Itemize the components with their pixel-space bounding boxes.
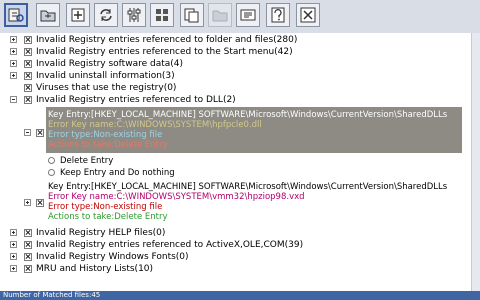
toolbar [0, 0, 480, 34]
registry-cleaner-window: Invalid Registry entries referenced to f… [0, 0, 480, 300]
collapse-toggle[interactable] [24, 129, 31, 136]
item-checkbox[interactable] [24, 265, 32, 273]
expand-toggle[interactable] [10, 72, 17, 79]
windows-button[interactable] [150, 3, 174, 27]
registry-entry[interactable]: Key Entry:[HKEY_LOCAL_MACHINE] SOFTWARE\… [46, 180, 462, 224]
entry-checkbox[interactable] [36, 129, 44, 137]
keep-entry-option[interactable]: Keep Entry and Do nothing [46, 166, 346, 180]
id-card-button[interactable] [236, 3, 260, 27]
folder-scan-icon [40, 10, 56, 22]
option-label: Keep Entry and Do nothing [60, 168, 175, 178]
item-checkbox[interactable] [24, 96, 32, 104]
radio-button[interactable] [48, 169, 55, 176]
expand-toggle[interactable] [24, 199, 31, 206]
sliders-icon [127, 8, 141, 22]
windows-flag-icon [156, 9, 168, 21]
registry-scan-button[interactable] [4, 3, 28, 27]
action-text: Actions to take:Delete Entry [48, 212, 168, 222]
registry-scan-icon [8, 8, 24, 22]
error-type-text: Error type:Non-existing file [48, 202, 163, 212]
help-button[interactable] [266, 3, 290, 27]
expand-toggle[interactable] [10, 36, 17, 43]
key-entry-text: Key Entry:[HKEY_LOCAL_MACHINE] SOFTWARE\… [48, 182, 448, 192]
folder-icon [212, 10, 228, 22]
item-checkbox[interactable] [24, 60, 32, 68]
refresh-button[interactable] [94, 3, 118, 27]
item-checkbox[interactable] [24, 72, 32, 80]
status-bar: Number of Matched files:45 [0, 291, 480, 300]
vertical-scrollbar[interactable] [471, 33, 480, 291]
item-checkbox[interactable] [24, 229, 32, 237]
expand-toggle[interactable] [10, 48, 17, 55]
help-icon [271, 7, 285, 23]
action-text: Actions to take:Delete Entry [48, 140, 168, 150]
collapse-toggle[interactable] [10, 96, 17, 103]
close-box-icon [300, 7, 316, 23]
expand-toggle[interactable] [10, 265, 17, 272]
entry-checkbox[interactable] [36, 199, 44, 207]
matched-files-count: Number of Matched files:45 [3, 291, 101, 299]
item-checkbox[interactable] [24, 48, 32, 56]
registry-entry-selected[interactable]: Key Entry:[HKEY_LOCAL_MACHINE] SOFTWARE\… [46, 107, 462, 153]
id-card-icon [240, 9, 256, 21]
copy-button[interactable] [180, 3, 204, 27]
key-entry-text: Key Entry:[HKEY_LOCAL_MACHINE] SOFTWARE\… [48, 110, 448, 120]
expand-toggle[interactable] [10, 253, 17, 260]
close-button[interactable] [296, 3, 320, 27]
error-key-text: Error Key name:C:\WINDOWS\SYSTEM\hpfpcle… [48, 120, 262, 130]
tree-item-label: MRU and History Lists(10) [36, 264, 154, 274]
item-checkbox[interactable] [24, 253, 32, 261]
radio-button[interactable] [48, 157, 55, 164]
copy-icon [184, 8, 199, 23]
error-type-text: Error type:Non-existing file [48, 130, 163, 140]
error-key-text: Error Key name:C:\WINDOWS\SYSTEM\vmm32\h… [48, 192, 305, 202]
item-checkbox[interactable] [24, 36, 32, 44]
item-checkbox[interactable] [24, 84, 32, 92]
refresh-icon [100, 9, 112, 21]
expand-toggle[interactable] [10, 60, 17, 67]
settings-button[interactable] [122, 3, 146, 27]
expand-toggle[interactable] [10, 241, 17, 248]
add-item-icon [71, 8, 85, 22]
open-folder-button[interactable] [208, 3, 232, 27]
item-checkbox[interactable] [24, 241, 32, 249]
expand-toggle[interactable] [10, 229, 17, 236]
tree-item-label: Invalid Registry entries referenced to D… [36, 95, 236, 105]
folder-scan-button[interactable] [36, 3, 60, 27]
add-item-button[interactable] [66, 3, 90, 27]
scan-results-tree: Invalid Registry entries referenced to f… [0, 33, 472, 291]
